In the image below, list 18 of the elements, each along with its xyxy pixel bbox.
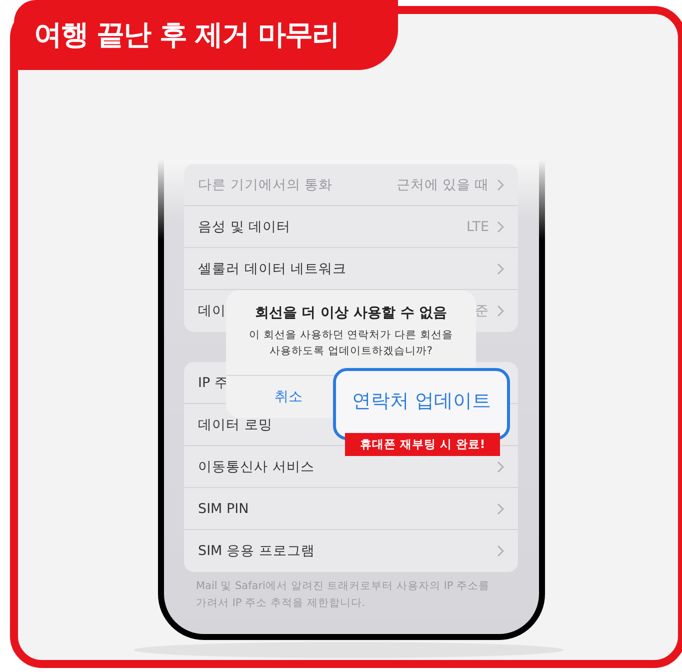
reboot-badge: 휴대폰 재부팅 시 완료! (345, 433, 500, 456)
setting-label[interactable]: IP 주 (198, 374, 228, 392)
setting-label[interactable]: 음성 및 데이터 (198, 218, 291, 236)
setting-label[interactable]: 셀룰러 데이터 네트워크 (198, 260, 347, 278)
setting-value: 준 (475, 302, 489, 320)
setting-label[interactable]: SIM PIN (198, 500, 249, 516)
setting-value: LTE (466, 218, 489, 234)
update-contacts-button[interactable]: 연락처 업데이트 (333, 368, 510, 440)
setting-label[interactable]: 데이터 로밍 (198, 416, 272, 434)
cancel-button[interactable]: 취소 (270, 386, 306, 408)
setting-label[interactable]: 데이 (198, 302, 226, 320)
setting-label[interactable]: 이동통신사 서비스 (198, 458, 314, 476)
setting-value: 근처에 있을 때 (396, 176, 489, 194)
dialog-title: 회선을 더 이상 사용할 수 없음 (254, 304, 448, 322)
dialog-message: 이 회선을 사용하던 연락처가 다른 회선을 사용하도록 업데이트하겠습니까? (248, 328, 454, 359)
footer-note: Mail 및 Safari에서 알려진 트래커로부터 사용자의 IP 주소를 가려서 IP 주소 추적을 제한합니다. (196, 579, 491, 611)
setting-label[interactable]: SIM 응용 프로그램 (198, 542, 315, 560)
banner-title: 여행 끝난 후 제거 마무리 (34, 17, 339, 53)
